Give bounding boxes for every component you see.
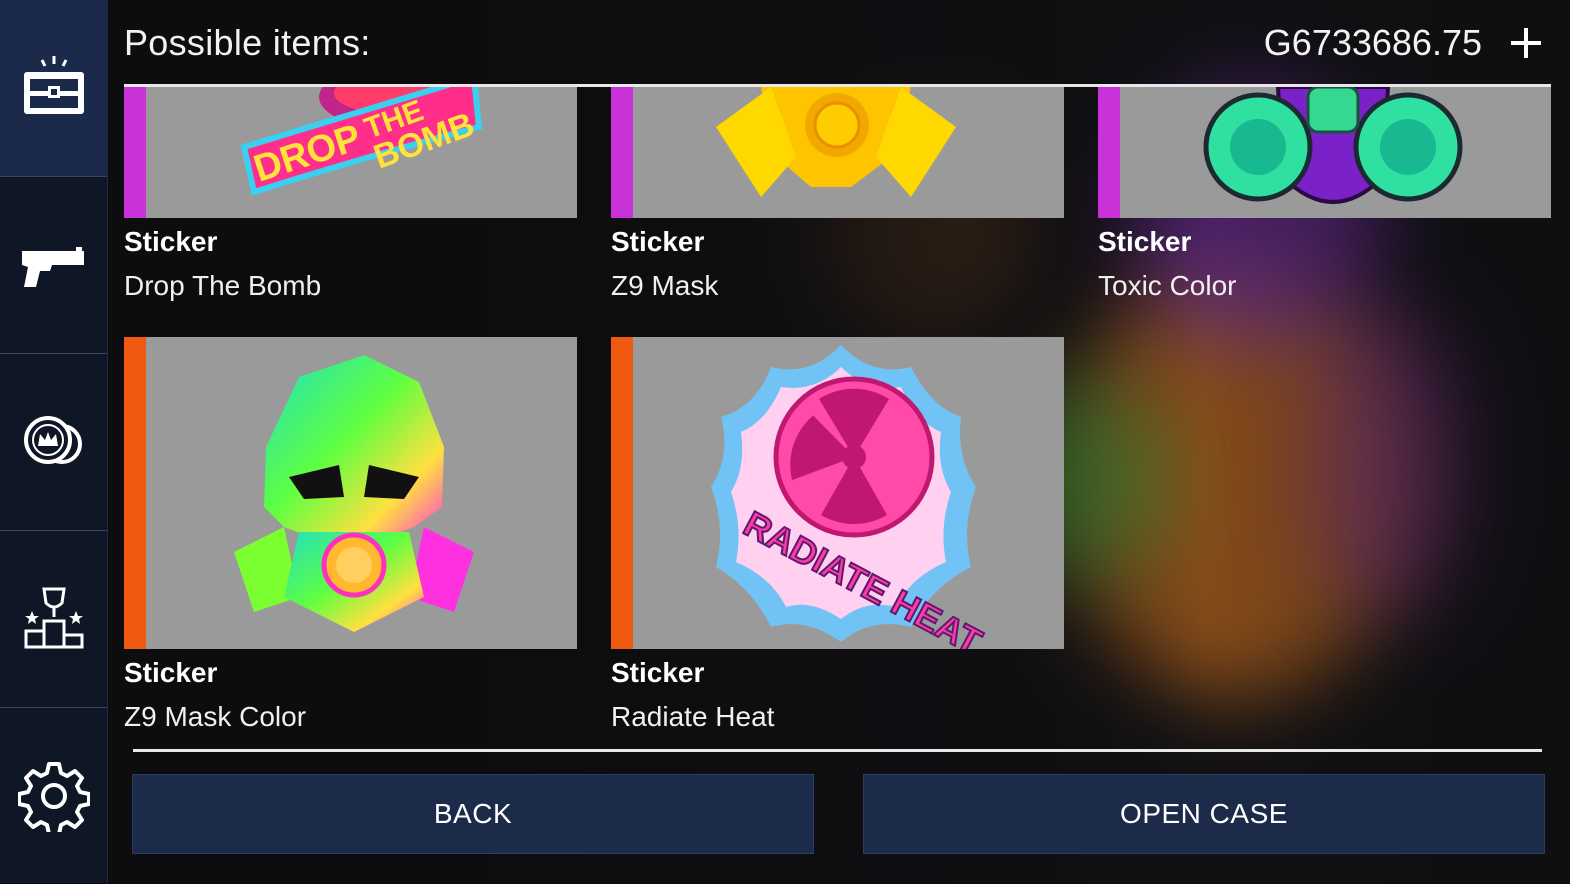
item-name: Z9 Mask Color	[124, 701, 307, 732]
radiate-heat-sticker-art: RADIATE HEAT	[711, 345, 989, 649]
item-card-z9-mask-color[interactable]: Sticker Z9 Mask Color	[124, 337, 577, 733]
item-name: Drop The Bomb	[124, 270, 322, 301]
sidebar-item-settings[interactable]	[0, 708, 107, 884]
item-thumbnail	[611, 87, 1064, 218]
item-thumbnail: DROP THE BOMB	[124, 87, 577, 218]
toxic-color-sticker-art	[1203, 87, 1463, 204]
item-type: Sticker	[611, 657, 705, 688]
item-thumbnail	[124, 337, 577, 649]
open-case-button[interactable]: OPEN CASE	[863, 774, 1545, 854]
sidebar-item-cases[interactable]	[0, 0, 107, 177]
item-card-toxic-color[interactable]: Sticker Toxic Color	[1098, 87, 1551, 302]
sidebar-item-weapons[interactable]	[0, 177, 107, 354]
item-type: Sticker	[611, 226, 705, 257]
item-thumbnail	[1098, 87, 1551, 218]
gear-icon	[17, 762, 90, 832]
item-type: Sticker	[124, 226, 218, 257]
item-card-drop-the-bomb[interactable]: DROP THE BOMB Sticker Drop The Bomb	[124, 87, 577, 302]
sidebar	[0, 0, 108, 883]
item-thumbnail: RADIATE HEAT	[611, 337, 1064, 649]
item-name: Radiate Heat	[611, 701, 775, 732]
drop-the-bomb-sticker-art: DROP THE BOMB	[240, 87, 483, 196]
z9-mask-color-sticker-art	[234, 355, 474, 632]
back-button[interactable]: BACK	[132, 774, 814, 854]
page-title: Possible items:	[124, 22, 371, 63]
currency-balance: G6733686.75	[1263, 22, 1482, 63]
item-card-z9-mask[interactable]: Sticker Z9 Mask	[611, 87, 1064, 302]
item-type: Sticker	[1098, 226, 1192, 257]
coins-icon	[23, 416, 82, 464]
item-type: Sticker	[124, 657, 218, 688]
sidebar-item-leaderboard[interactable]	[0, 531, 107, 708]
item-name: Toxic Color	[1098, 270, 1237, 301]
item-name: Z9 Mask	[611, 270, 719, 301]
add-currency-button[interactable]	[1504, 20, 1548, 64]
z9-mask-sticker-art	[716, 87, 956, 197]
case-icon	[23, 56, 84, 114]
item-card-radiate-heat[interactable]: RADIATE HEAT Sticker Radiate Heat	[611, 337, 1064, 733]
footer-divider	[133, 749, 1542, 752]
trophy-podium-icon	[24, 587, 83, 649]
pistol-icon	[21, 247, 84, 287]
sidebar-item-coins[interactable]	[0, 354, 107, 531]
